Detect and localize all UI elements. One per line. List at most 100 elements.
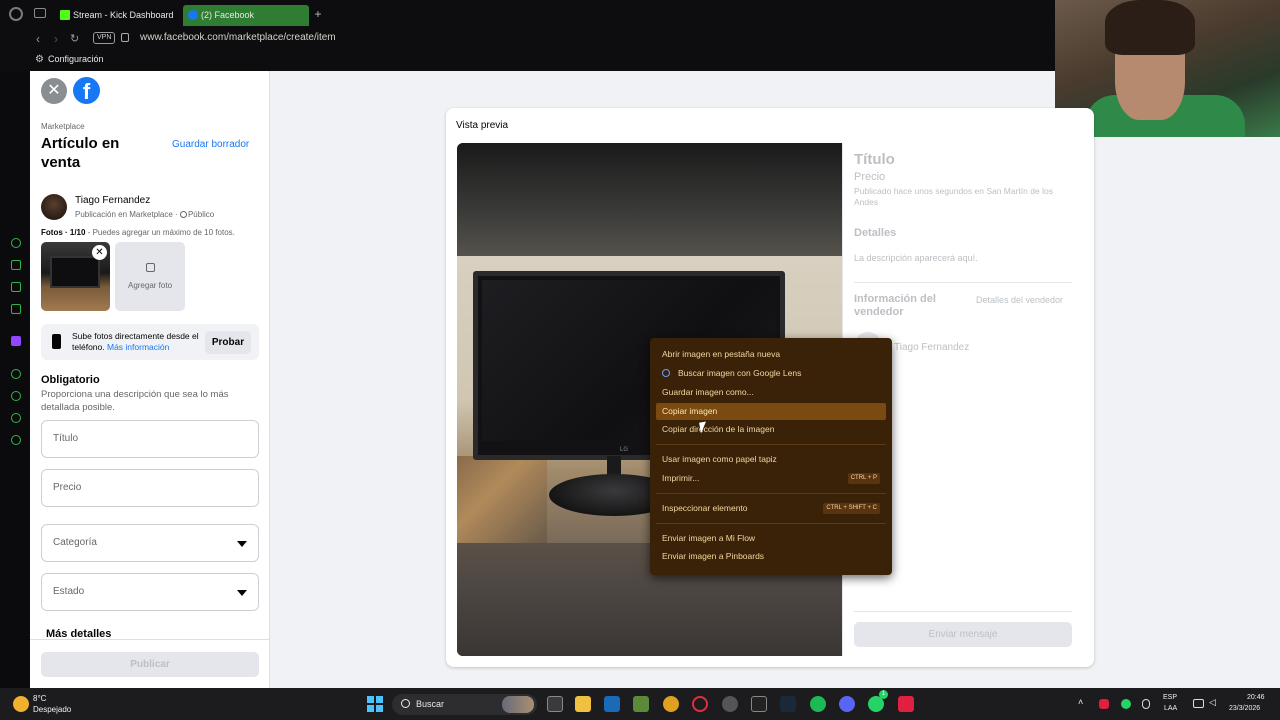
menu-item-label: Guardar imagen como... — [662, 387, 754, 397]
clock-date[interactable]: 23/3/2026 — [1229, 705, 1260, 712]
save-draft-button[interactable]: Guardar borrador — [172, 139, 249, 150]
publication-location: Publicación en Marketplace · — [75, 210, 178, 219]
tab-label: Stream - Kick Dashboard — [73, 10, 174, 20]
globe-icon — [179, 211, 187, 218]
price-field[interactable]: Precio — [41, 469, 259, 507]
weather-temperature[interactable]: 8°C — [33, 694, 46, 703]
preview-title: Título — [854, 151, 895, 168]
obs-icon[interactable] — [722, 696, 738, 712]
weather-moon-icon[interactable] — [13, 696, 29, 712]
chevron-down-icon — [237, 541, 247, 547]
photos-count: Fotos · 1/10 — [41, 228, 86, 237]
preview-published: Publicado hace unos segundos en San Mart… — [854, 186, 1053, 207]
title-field[interactable]: Título — [41, 420, 259, 458]
task-view-icon[interactable] — [547, 696, 563, 712]
forward-arrow-icon[interactable]: › — [54, 32, 58, 46]
tip-text: Sube fotos directamente desde el teléfon… — [72, 331, 202, 353]
menu-item-send-to-pinboards[interactable]: Enviar imagen a Pinboards — [656, 548, 886, 565]
menu-item-set-wallpaper[interactable]: Usar imagen como papel tapiz — [656, 451, 886, 468]
opera-gx-taskbar-icon[interactable] — [692, 696, 708, 712]
tab-facebook[interactable]: (2) Facebook — [183, 5, 309, 26]
menu-item-label: Usar imagen como papel tapiz — [662, 454, 777, 464]
spotify-icon[interactable] — [810, 696, 826, 712]
shortcut-badge: CTRL + P — [847, 473, 880, 484]
menu-item-save-image-as[interactable]: Guardar imagen como... — [656, 384, 886, 401]
add-photo-button[interactable]: Agregar foto — [115, 242, 185, 311]
menu-separator — [656, 493, 886, 494]
menu-item-open-image-new-tab[interactable]: Abrir imagen en pestaña nueva — [656, 346, 886, 363]
tab-menu-icon[interactable] — [34, 8, 46, 18]
sidebar-player-icon[interactable] — [11, 369, 21, 379]
ms-store-icon[interactable] — [604, 696, 620, 712]
tab-kick-dashboard[interactable]: Stream - Kick Dashboard — [55, 5, 180, 26]
language-indicator[interactable]: ESP — [1163, 694, 1177, 701]
sidebar-aria-icon[interactable] — [11, 238, 21, 248]
clock-time[interactable]: 20:46 — [1247, 694, 1265, 701]
steam-icon[interactable] — [780, 696, 796, 712]
sidebar-shopping-icon[interactable] — [11, 260, 21, 270]
facebook-logo-icon[interactable]: f — [73, 77, 100, 104]
microphone-icon[interactable] — [1142, 699, 1150, 709]
bookmarks-bar: ⚙ Configuración — [0, 50, 1055, 71]
send-message-button[interactable]: Enviar mensaje — [854, 622, 1072, 647]
settings-gear-icon[interactable]: ⚙ — [35, 54, 44, 65]
chevron-up-icon[interactable]: ˄ — [1078, 697, 1083, 707]
photos-hint: - Puedes agregar un máximo de 10 fotos. — [85, 228, 235, 237]
menu-item-copy-image-address[interactable]: Copiar dirección de la imagen — [656, 421, 886, 438]
keyboard-layout[interactable]: LAA — [1164, 705, 1177, 712]
google-lens-icon — [662, 369, 670, 377]
tray-green-icon[interactable] — [1121, 699, 1131, 709]
whatsapp-badge: 1 — [879, 690, 888, 699]
menu-item-print[interactable]: Imprimir... CTRL + P — [656, 470, 886, 487]
menu-item-google-lens[interactable]: Buscar imagen con Google Lens — [656, 365, 886, 382]
taskbar-search[interactable]: Buscar — [392, 694, 537, 715]
facebook-favicon-icon — [188, 10, 198, 20]
menu-item-inspect-element[interactable]: Inspeccionar elemento CTRL + SHIFT + C — [656, 500, 886, 517]
publish-bar: Publicar — [30, 639, 269, 688]
network-icon[interactable] — [1193, 699, 1204, 708]
back-arrow-icon[interactable]: ‹ — [36, 32, 40, 46]
more-info-link[interactable]: Más información — [107, 342, 169, 352]
audience-label[interactable]: Público — [188, 210, 214, 219]
sidebar-history-icon[interactable] — [11, 391, 21, 401]
volume-icon[interactable]: ◁ — [1209, 697, 1216, 708]
chrome-icon[interactable] — [663, 696, 679, 712]
menu-item-send-to-my-flow[interactable]: Enviar imagen a Mi Flow — [656, 530, 886, 547]
add-photo-label: Agregar foto — [127, 281, 173, 290]
avatar[interactable] — [41, 194, 67, 220]
vpn-badge[interactable]: VPN — [93, 32, 116, 44]
lock-icon[interactable] — [121, 33, 129, 42]
photo-thumbnail[interactable]: ✕ — [41, 242, 110, 311]
menu-item-label: Buscar imagen con Google Lens — [678, 368, 802, 378]
image-puzzle — [457, 456, 547, 543]
publish-button[interactable]: Publicar — [41, 652, 259, 677]
category-select[interactable]: Categoría — [41, 524, 259, 562]
close-icon[interactable]: ✕ — [41, 78, 67, 104]
tray-app-icon[interactable] — [1099, 699, 1109, 709]
seller-details-link[interactable]: Detalles del vendedor — [976, 295, 1063, 305]
reload-icon[interactable]: ↻ — [70, 32, 79, 46]
app-red-icon[interactable] — [898, 696, 914, 712]
opera-gx-logo-icon[interactable] — [9, 7, 23, 21]
new-tab-plus-icon[interactable]: + — [312, 8, 324, 20]
sidebar-twitch-icon[interactable] — [11, 336, 21, 346]
windows-taskbar: 8°C Despejado Buscar 1 ˄ ESP LAA ◁ 20:46… — [0, 688, 1280, 720]
user-subtitle: Publicación en Marketplace · Público — [75, 210, 214, 219]
breadcrumb[interactable]: Marketplace — [41, 122, 85, 131]
bookmark-settings[interactable]: Configuración — [48, 54, 104, 64]
try-button[interactable]: Probar — [205, 331, 251, 354]
condition-select[interactable]: Estado — [41, 573, 259, 611]
sidebar-media-icon[interactable] — [11, 304, 21, 314]
sidebar-extensions-icon[interactable] — [11, 413, 21, 423]
weather-condition[interactable]: Despejado — [33, 705, 71, 714]
epic-games-icon[interactable] — [751, 696, 767, 712]
windows-start-icon[interactable] — [367, 696, 383, 712]
minecraft-icon[interactable] — [633, 696, 649, 712]
url-field[interactable]: www.facebook.com/marketplace/create/item — [140, 31, 336, 44]
remove-photo-icon[interactable]: ✕ — [92, 245, 107, 260]
menu-item-copy-image[interactable]: Copiar imagen — [656, 403, 886, 420]
discord-icon[interactable] — [839, 696, 855, 712]
sidebar-stack-icon[interactable] — [11, 282, 21, 292]
sidebar-settings-icon[interactable] — [11, 435, 21, 445]
file-explorer-icon[interactable] — [575, 696, 591, 712]
